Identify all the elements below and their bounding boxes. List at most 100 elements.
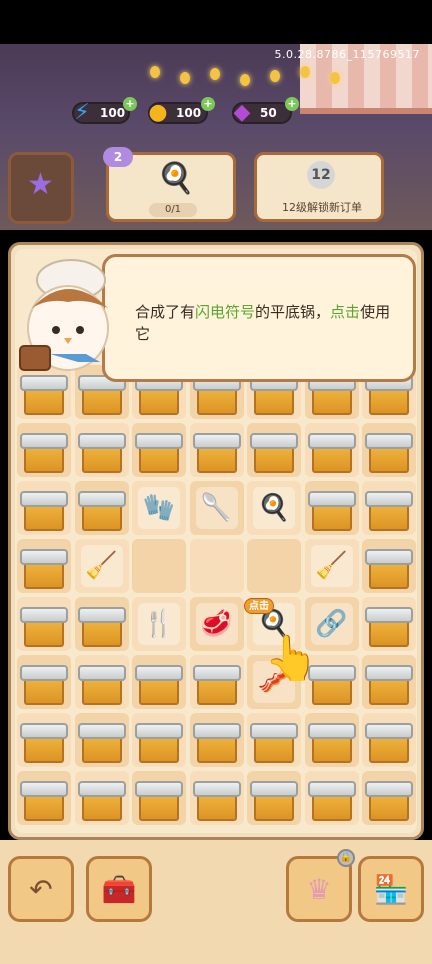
- crate-icon: [250, 779, 298, 821]
- crate-icon: [307, 721, 356, 763]
- lock-icon: 12: [307, 161, 335, 189]
- board-cell[interactable]: 🧹: [304, 539, 359, 593]
- board-cell[interactable]: [189, 655, 244, 709]
- board-cell[interactable]: [362, 597, 416, 651]
- chest-icon: 🧰: [101, 872, 137, 906]
- board-cell[interactable]: [17, 771, 71, 825]
- add-gem-button[interactable]: +: [285, 97, 299, 111]
- whisk-icon: 🧹: [80, 545, 123, 587]
- crate-icon: [20, 605, 68, 647]
- board-cell[interactable]: [132, 771, 186, 825]
- crate-icon: [77, 605, 126, 647]
- board-cell[interactable]: [17, 713, 71, 767]
- board-cell[interactable]: [189, 713, 244, 767]
- board-cell[interactable]: [362, 771, 416, 825]
- board-cell[interactable]: [74, 655, 129, 709]
- board-cell[interactable]: [132, 713, 186, 767]
- crate-icon: [192, 663, 241, 705]
- crate-icon: [77, 489, 126, 531]
- tutorial-text-pre: 合成了有: [135, 303, 196, 321]
- board-cell[interactable]: [247, 713, 301, 767]
- crate-icon: [20, 489, 68, 531]
- oven-mitt-icon: 🧤: [138, 487, 180, 529]
- board-cell[interactable]: 🧹: [74, 539, 129, 593]
- crate-icon: [77, 721, 126, 763]
- board-cell[interactable]: [189, 771, 244, 825]
- board-cell[interactable]: [362, 539, 416, 593]
- crate-icon: [20, 663, 68, 705]
- board-cell[interactable]: [362, 713, 416, 767]
- quest-progress: 0/1: [149, 203, 197, 217]
- tutorial-text-highlight: 闪电符号: [195, 303, 256, 321]
- locked-order-card[interactable]: 12 12级解锁新订单: [254, 152, 384, 222]
- broom-icon: 🧹: [310, 545, 353, 587]
- board-cell[interactable]: [189, 423, 244, 477]
- crown-button[interactable]: ♛ 🔒: [286, 849, 355, 922]
- unlock-text: 12级解锁新订单: [282, 201, 362, 214]
- board-cell[interactable]: [17, 481, 71, 535]
- quest-card[interactable]: 2 🍳 0/1: [103, 147, 236, 222]
- board-cell[interactable]: [74, 713, 129, 767]
- crate-icon: [20, 431, 68, 473]
- board-cell[interactable]: [247, 771, 301, 825]
- crate-icon: [20, 779, 68, 821]
- board-cell[interactable]: [304, 481, 359, 535]
- board-cell[interactable]: 🍴: [132, 597, 186, 651]
- shop-button[interactable]: 🏪: [358, 856, 424, 922]
- pointing-hand-icon: 👆: [264, 633, 319, 684]
- collection-button[interactable]: ★: [8, 152, 74, 224]
- crate-icon: [135, 431, 183, 473]
- board-cell[interactable]: [74, 481, 129, 535]
- inventory-button[interactable]: 🧰: [86, 856, 152, 922]
- board-cell[interactable]: [17, 539, 71, 593]
- energy-counter[interactable]: ⚡ 100 +: [72, 97, 137, 125]
- quest-level: 2: [113, 150, 123, 164]
- energy-value: 100: [100, 106, 126, 120]
- bottom-toolbar: ↶ 🧰 ♛ 🔒 🏪: [0, 840, 432, 964]
- board-cell[interactable]: [132, 655, 186, 709]
- board-cell[interactable]: [132, 539, 186, 593]
- star-icon: ★: [27, 167, 54, 202]
- board-cell[interactable]: [17, 655, 71, 709]
- coin-counter[interactable]: ● 100 +: [148, 97, 215, 125]
- shop-icon: 🏪: [373, 872, 409, 906]
- board-cell[interactable]: 🥄: [189, 481, 244, 535]
- crate-icon: [135, 721, 183, 763]
- board-cell[interactable]: [362, 423, 416, 477]
- crate-icon: [365, 663, 413, 705]
- board-cell[interactable]: [304, 713, 359, 767]
- board-cell[interactable]: [304, 771, 359, 825]
- board-cell[interactable]: [74, 597, 129, 651]
- level-badge: 2: [103, 147, 133, 167]
- board-cell[interactable]: [17, 597, 71, 651]
- string-lights: [150, 64, 350, 86]
- board-cell[interactable]: 🍳: [247, 481, 301, 535]
- board-cell[interactable]: [304, 423, 359, 477]
- board-cell[interactable]: [17, 423, 71, 477]
- board-cell[interactable]: [362, 655, 416, 709]
- coin-icon: ●: [148, 99, 168, 125]
- board-cell[interactable]: [189, 539, 244, 593]
- board-cell[interactable]: 🧤: [132, 481, 186, 535]
- meat-icon: 🥩: [195, 603, 238, 645]
- crate-icon: [77, 431, 126, 473]
- board-cell[interactable]: [362, 481, 416, 535]
- undo-button[interactable]: ↶: [8, 856, 74, 922]
- spatula-icon: 🥄: [195, 487, 238, 529]
- crate-icon: [192, 431, 241, 473]
- crate-icon: [365, 721, 413, 763]
- add-energy-button[interactable]: +: [123, 97, 137, 111]
- board-cell[interactable]: [247, 423, 301, 477]
- crate-icon: [77, 779, 126, 821]
- board-cell[interactable]: [74, 771, 129, 825]
- pan-scraper-icon: 🍴: [138, 603, 180, 645]
- add-coin-button[interactable]: +: [201, 97, 215, 111]
- crate-icon: [365, 489, 413, 531]
- board-cell[interactable]: [247, 539, 301, 593]
- crate-icon: [307, 431, 356, 473]
- board-cell[interactable]: 🥩: [189, 597, 244, 651]
- gem-counter[interactable]: ◆ 50 +: [232, 97, 299, 125]
- board-cell[interactable]: [74, 423, 129, 477]
- board-cell[interactable]: [132, 423, 186, 477]
- crown-icon: ♛: [306, 872, 332, 906]
